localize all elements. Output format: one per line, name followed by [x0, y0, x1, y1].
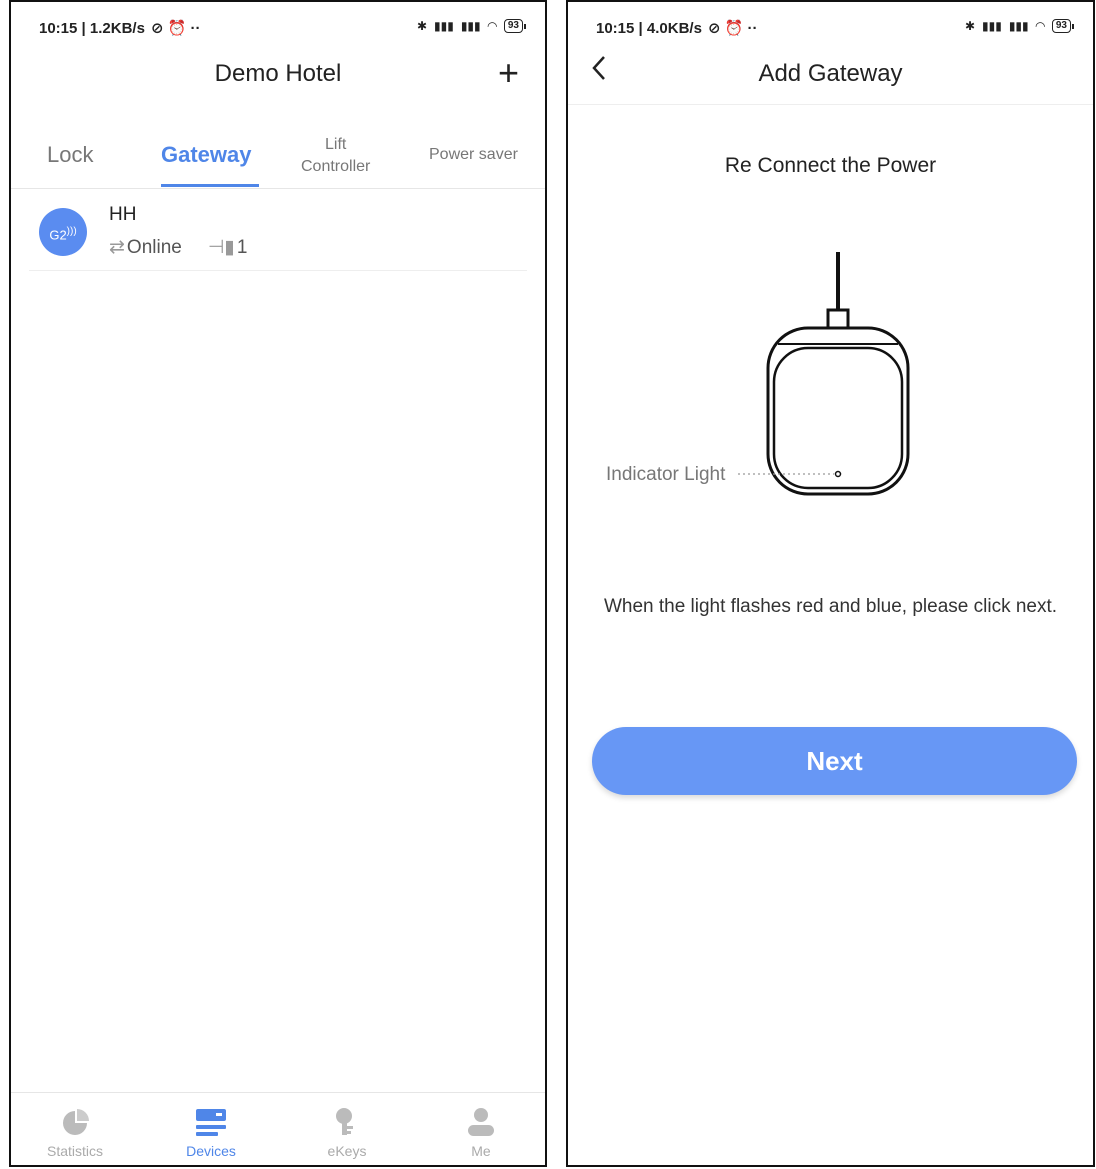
instruction-text: When the light flashes red and blue, ple…	[603, 596, 1058, 617]
signal-icon-2: ▮▮▮	[460, 19, 481, 33]
gateway-status: Online	[126, 237, 182, 258]
status-time: 10:15 | 1.2KB/s	[39, 19, 145, 37]
status-bar: 10:15 | 1.2KB/s ⊘ ⏰ ·· ✱ ▮▮▮ ▮▮▮ ◠ 93	[11, 2, 545, 54]
page-title: Demo Hotel	[214, 60, 342, 87]
status-icons: ⊘ ⏰ ··	[707, 20, 758, 37]
online-status: ⇄ Online	[109, 236, 182, 259]
battery-icon: 93	[1051, 19, 1075, 33]
wifi-icon: ◠	[1035, 19, 1045, 33]
add-gateway-screen: 10:15 | 4.0KB/s ⊘ ⏰ ·· ✱ ▮▮▮ ▮▮▮ ◠ 93 Ad…	[566, 0, 1095, 1167]
tab-power-saver[interactable]: Power saver	[429, 146, 518, 164]
bottom-nav: Statistics Devices eKeys Me	[11, 1092, 545, 1165]
signal-icon: ▮▮▮	[982, 19, 1002, 33]
key-icon	[336, 1108, 353, 1135]
nav-statistics-label: Statistics	[46, 1143, 103, 1159]
device-tabs: Lock Gateway Lift Controller Power saver	[11, 122, 545, 189]
indicator-light-label: Indicator Light	[606, 464, 726, 485]
gateway-lock-count: 1	[236, 237, 248, 258]
bluetooth-icon: ✱	[964, 19, 976, 33]
nav-me[interactable]: Me	[431, 1107, 531, 1159]
transfer-icon: ⇄	[109, 237, 125, 258]
next-button[interactable]: Next	[592, 727, 1077, 795]
signal-waves-icon: )))	[66, 226, 77, 237]
lock-icon: ⊣▮	[207, 237, 235, 258]
tab-lock[interactable]: Lock	[47, 142, 93, 168]
bluetooth-icon: ✱	[416, 19, 428, 33]
devices-screen: 10:15 | 1.2KB/s ⊘ ⏰ ·· ✱ ▮▮▮ ▮▮▮ ◠ 93 De…	[9, 0, 547, 1167]
user-icon	[468, 1108, 494, 1136]
page-title: Add Gateway	[758, 60, 903, 87]
pie-chart-icon	[63, 1109, 89, 1135]
tab-gateway[interactable]: Gateway	[161, 142, 252, 168]
status-bar: 10:15 | 4.0KB/s ⊘ ⏰ ·· ✱ ▮▮▮ ▮▮▮ ◠ 93	[568, 2, 1093, 54]
nav-me-label: Me	[471, 1143, 491, 1159]
nav-devices[interactable]: Devices	[161, 1109, 261, 1159]
wifi-icon: ◠	[487, 19, 497, 33]
nav-ekeys-label: eKeys	[327, 1143, 367, 1159]
nav-ekeys[interactable]: eKeys	[297, 1107, 397, 1159]
status-time: 10:15 | 4.0KB/s	[596, 19, 702, 37]
gateway-model-label: G2	[49, 227, 67, 243]
signal-icon: ▮▮▮	[434, 19, 454, 33]
nav-statistics[interactable]: Statistics	[25, 1109, 125, 1159]
lock-count: ⊣▮ 1	[208, 236, 248, 259]
gateway-name: HH	[109, 204, 137, 225]
header: Add Gateway	[568, 54, 1093, 105]
devices-icon	[196, 1109, 226, 1136]
step-heading: Re Connect the Power	[724, 154, 937, 177]
gateway-list-item[interactable]: G2))) HH ⇄ Online ⊣▮ 1	[29, 190, 527, 271]
active-tab-indicator	[161, 184, 259, 187]
status-icons: ⊘ ⏰ ··	[150, 20, 201, 37]
gateway-avatar: G2)))	[39, 208, 87, 256]
header: Demo Hotel +	[11, 52, 545, 104]
tab-lift-controller[interactable]: Lift Controller	[301, 134, 370, 178]
battery-icon: 93	[503, 19, 527, 33]
nav-devices-label: Devices	[186, 1143, 236, 1159]
signal-icon-2: ▮▮▮	[1008, 19, 1029, 33]
add-button[interactable]: +	[498, 52, 519, 94]
gateway-meta: ⇄ Online ⊣▮ 1	[109, 236, 247, 259]
